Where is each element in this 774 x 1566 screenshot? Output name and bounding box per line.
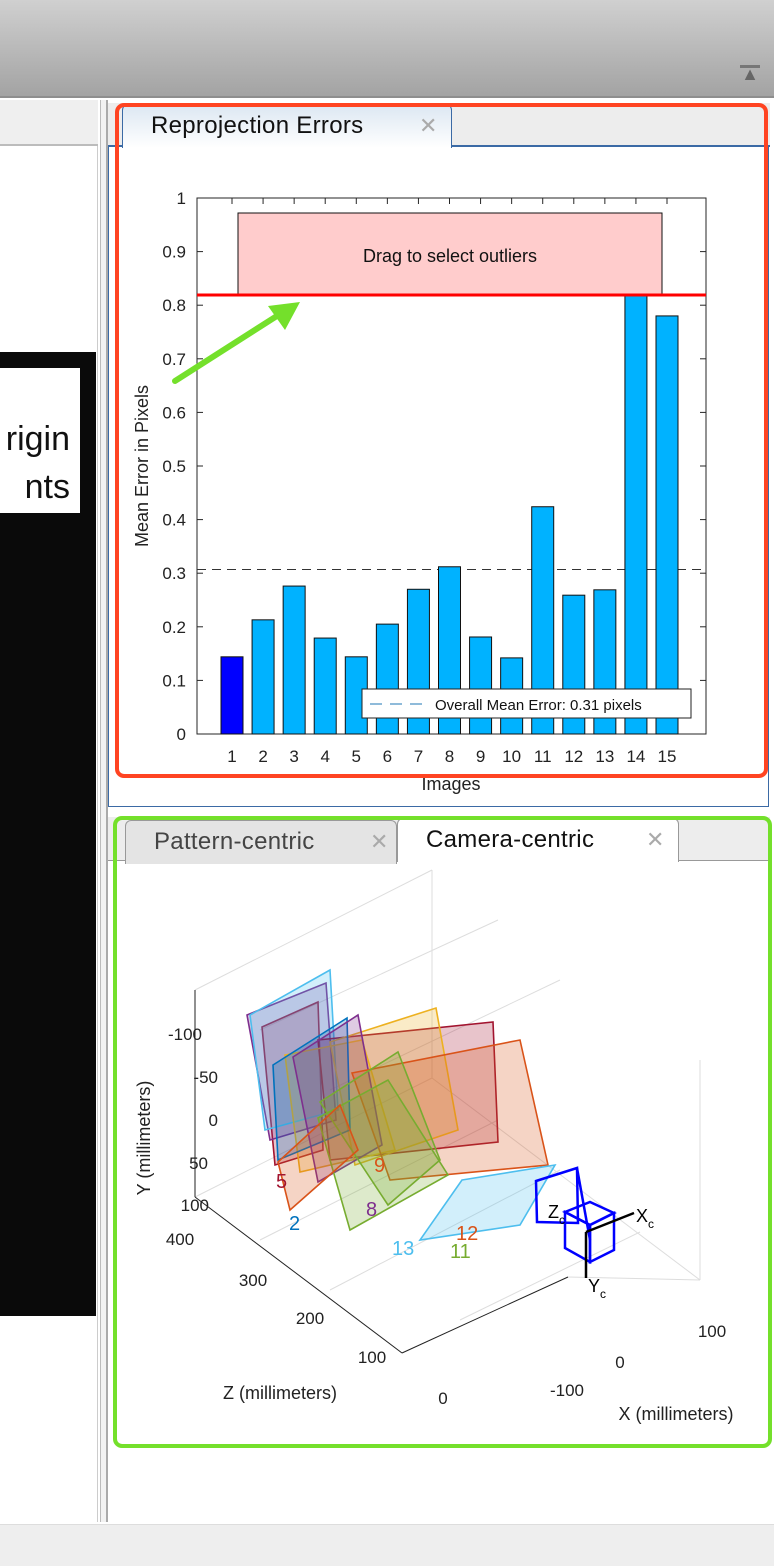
status-bar bbox=[0, 1524, 774, 1566]
green-highlight-frame bbox=[113, 816, 772, 1448]
